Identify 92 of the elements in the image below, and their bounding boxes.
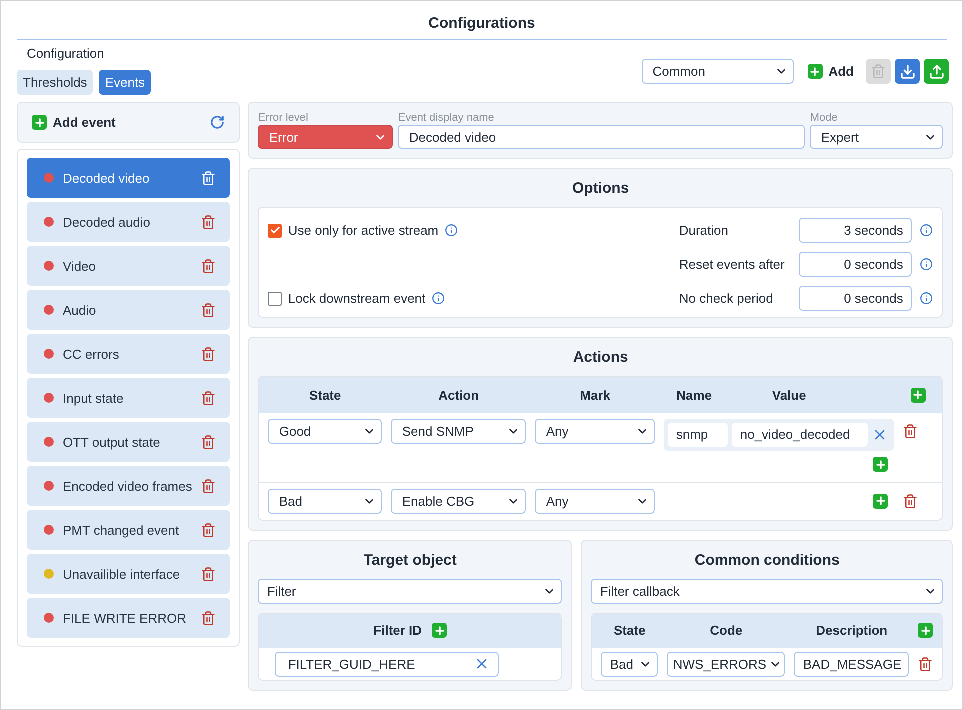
delete-icon[interactable] (903, 424, 918, 439)
info-icon[interactable] (920, 292, 934, 305)
field-label: Reset events after (679, 257, 785, 272)
section-title: Common conditions (694, 550, 841, 570)
delete-icon[interactable] (201, 522, 216, 538)
field-label: No check period (679, 291, 774, 306)
event-item[interactable]: PMT changed event (27, 510, 230, 550)
info-icon[interactable] (920, 224, 934, 237)
checkbox[interactable] (268, 292, 282, 306)
column-header: Code (709, 623, 744, 638)
delete-icon[interactable] (201, 214, 216, 230)
tab[interactable]: Thresholds (17, 70, 94, 95)
delete-icon[interactable] (201, 346, 216, 362)
add-icon (808, 64, 823, 79)
action-select[interactable]: Send SNMP (391, 419, 526, 444)
event-item[interactable]: Input state (27, 378, 230, 418)
upload-icon (928, 64, 944, 80)
checkbox[interactable] (268, 224, 282, 238)
refresh-icon[interactable] (210, 115, 226, 130)
download-button[interactable] (895, 59, 920, 84)
trash-icon (871, 64, 886, 79)
filter-id-field[interactable]: FILTER_GUID_HERE (275, 652, 500, 676)
event-item[interactable]: FILE WRITE ERROR (27, 598, 230, 638)
delete-icon[interactable] (201, 566, 216, 582)
description-field[interactable]: BAD_MESSAGE (794, 652, 910, 676)
seconds-field[interactable]: 0 seconds (799, 286, 912, 311)
add-icon[interactable] (873, 457, 888, 472)
column-header: Value (771, 388, 808, 402)
info-icon[interactable] (920, 258, 934, 271)
state-select[interactable]: Bad (268, 488, 382, 514)
column-header: Description (815, 623, 889, 638)
section-title: Actions (572, 348, 630, 368)
seconds-field[interactable]: 3 seconds (799, 218, 912, 243)
section-label: Configuration (26, 46, 104, 61)
field-label: Error level (258, 112, 310, 124)
section-title: Target object (362, 550, 458, 570)
seconds-field[interactable]: 0 seconds (799, 252, 912, 277)
add-button[interactable]: Add (798, 59, 862, 84)
action-select[interactable]: Enable CBG (391, 488, 526, 514)
mode-select[interactable]: Expert (810, 125, 944, 149)
delete-icon[interactable] (903, 494, 918, 508)
column-header: Filter ID (374, 623, 422, 638)
value-field[interactable]: no_video_decoded (732, 423, 868, 447)
error-level-select[interactable]: Error (258, 125, 394, 149)
delete-icon[interactable] (201, 434, 216, 450)
event-item[interactable]: Audio (27, 290, 230, 330)
event-item[interactable]: Unavailible interface (27, 554, 230, 594)
column-header: State (308, 388, 342, 402)
checkbox-label: Lock downstream event (288, 291, 426, 306)
download-icon (900, 64, 916, 80)
display-name-field[interactable]: Decoded video (398, 125, 806, 149)
event-item[interactable]: Encoded video frames (27, 466, 230, 506)
column-header: Name (676, 388, 714, 402)
section-title: Options (572, 179, 630, 199)
code-select[interactable]: NWS_ERRORS (667, 652, 786, 676)
state-select[interactable]: Bad (601, 652, 658, 676)
info-icon[interactable] (444, 224, 458, 237)
mark-select[interactable]: Any (535, 488, 656, 514)
event-item[interactable]: OTT output state (27, 422, 230, 462)
condition-type-select[interactable]: Filter callback (591, 578, 944, 604)
delete-icon[interactable] (918, 656, 934, 672)
info-icon[interactable] (432, 292, 445, 305)
event-item[interactable]: Video (27, 246, 230, 286)
delete-icon[interactable] (201, 390, 216, 406)
event-item[interactable]: Decoded audio (27, 202, 230, 242)
delete-icon[interactable] (201, 302, 216, 318)
event-item[interactable]: CC errors (27, 334, 230, 374)
state-select[interactable]: Good (268, 419, 382, 444)
add-icon[interactable] (910, 388, 926, 402)
field-label: Duration (679, 223, 728, 238)
add-icon[interactable] (873, 494, 888, 508)
page-title: Configurations (17, 1, 947, 40)
add-icon (32, 115, 47, 130)
upload-button[interactable] (924, 59, 949, 84)
delete-icon[interactable] (201, 478, 216, 494)
target-type-select[interactable]: Filter (258, 578, 562, 604)
add-icon[interactable] (918, 623, 934, 638)
mark-select[interactable]: Any (535, 419, 656, 444)
tab[interactable]: Events (99, 70, 152, 95)
delete-icon[interactable] (201, 170, 216, 186)
delete-icon[interactable] (201, 610, 216, 626)
event-item[interactable]: Decoded video (27, 158, 230, 198)
column-header: Action (438, 388, 480, 402)
checkbox-label: Use only for active stream (288, 223, 439, 238)
delete-icon[interactable] (201, 258, 216, 274)
name-field[interactable]: snmp (668, 423, 728, 447)
field-label: Mode (810, 112, 839, 124)
preset-select[interactable]: Common (642, 59, 794, 84)
column-header: State (612, 623, 647, 638)
add-icon[interactable] (432, 623, 448, 638)
field-label: Event display name (398, 112, 496, 124)
column-header: Mark (579, 388, 612, 402)
